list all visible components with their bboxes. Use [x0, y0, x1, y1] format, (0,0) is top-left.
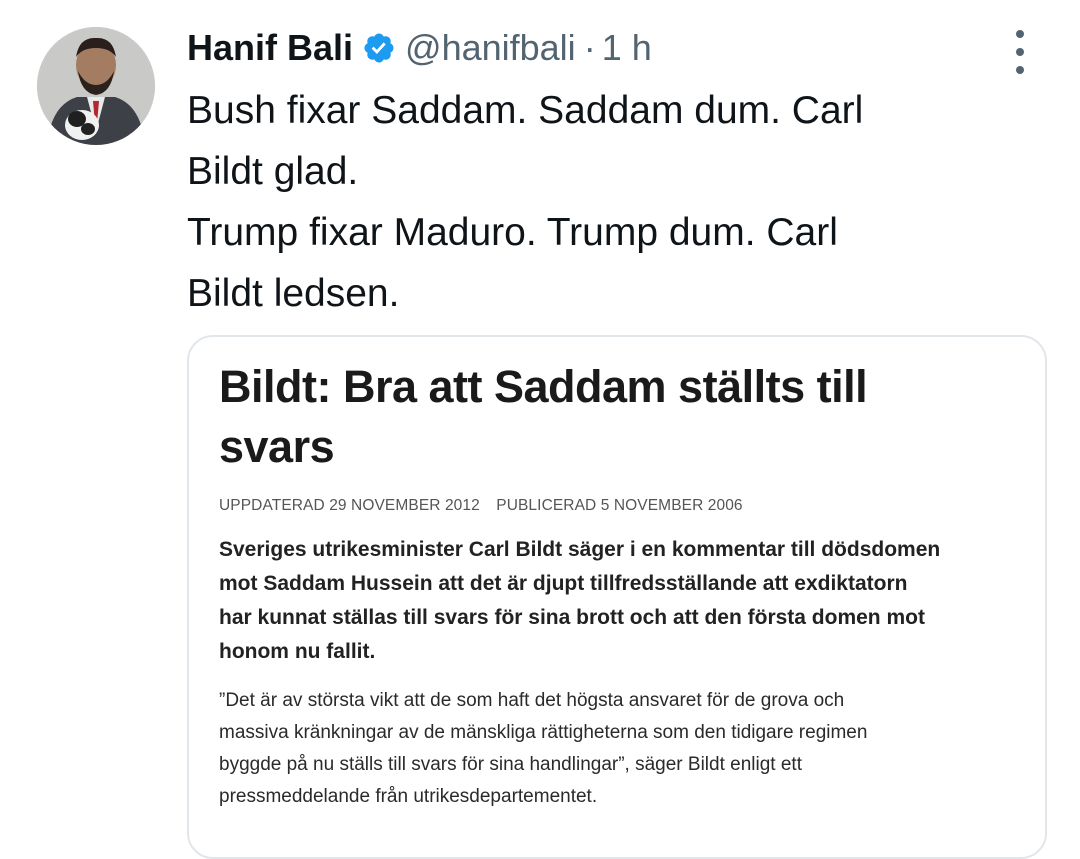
more-dot-icon — [1016, 30, 1024, 38]
more-dot-icon — [1016, 66, 1024, 74]
tweet-text-line: Trump fixar Maduro. Trump dum. Carl — [187, 211, 838, 254]
quote-line: byggde på nu ställs till svars för sina … — [219, 754, 802, 775]
quote-line: ”Det är av största vikt att de som haft … — [219, 690, 845, 711]
tweet-text-line: Bildt glad. — [187, 150, 359, 193]
lead-line: Sveriges utrikesminister Carl Bildt säge… — [219, 538, 941, 561]
author-name[interactable]: Hanif Bali — [187, 27, 353, 69]
attached-image-card[interactable]: Bildt: Bra att Saddam ställts till svars… — [187, 335, 1047, 859]
quote-line: pressmeddelande från utrikesdepartemente… — [219, 786, 598, 807]
article-screenshot: Bildt: Bra att Saddam ställts till svars… — [219, 357, 1019, 813]
more-options-icon[interactable] — [1008, 30, 1032, 74]
avatar[interactable] — [37, 27, 155, 145]
article-meta: UPPDATERAD 29 NOVEMBER 2012 PUBLICERAD 5… — [219, 497, 1019, 515]
tweet-timestamp[interactable]: 1 h — [602, 27, 652, 69]
article-quote: ”Det är av största vikt att de som haft … — [219, 685, 1019, 813]
tweet-header: Hanif Bali @hanifbali · 1 h — [187, 22, 652, 74]
tweet-text-line: Bush fixar Saddam. Saddam dum. Carl — [187, 89, 864, 132]
separator-dot: · — [583, 27, 596, 68]
lead-line: har kunnat ställas till svars för sina b… — [219, 606, 925, 629]
article-headline: Bildt: Bra att Saddam ställts till svars — [219, 357, 1019, 477]
article-published-date: PUBLICERAD 5 NOVEMBER 2006 — [496, 497, 743, 514]
tweet-text-line: Bildt ledsen. — [187, 272, 400, 315]
more-dot-icon — [1016, 48, 1024, 56]
article-updated-date: UPPDATERAD 29 NOVEMBER 2012 — [219, 497, 480, 514]
tweet-text: Bush fixar Saddam. Saddam dum. Carl Bild… — [187, 80, 1007, 324]
author-handle[interactable]: @hanifbali — [405, 27, 576, 69]
verified-badge-icon — [362, 31, 396, 65]
quote-line: massiva kränkningar av de mänskliga rätt… — [219, 722, 868, 743]
headline-line: svars — [219, 421, 335, 472]
article-lead: Sveriges utrikesminister Carl Bildt säge… — [219, 533, 1019, 669]
avatar-photo — [37, 27, 155, 145]
lead-line: mot Saddam Hussein att det är djupt till… — [219, 572, 908, 595]
lead-line: honom nu fallit. — [219, 640, 376, 663]
headline-line: Bildt: Bra att Saddam ställts till — [219, 361, 868, 412]
